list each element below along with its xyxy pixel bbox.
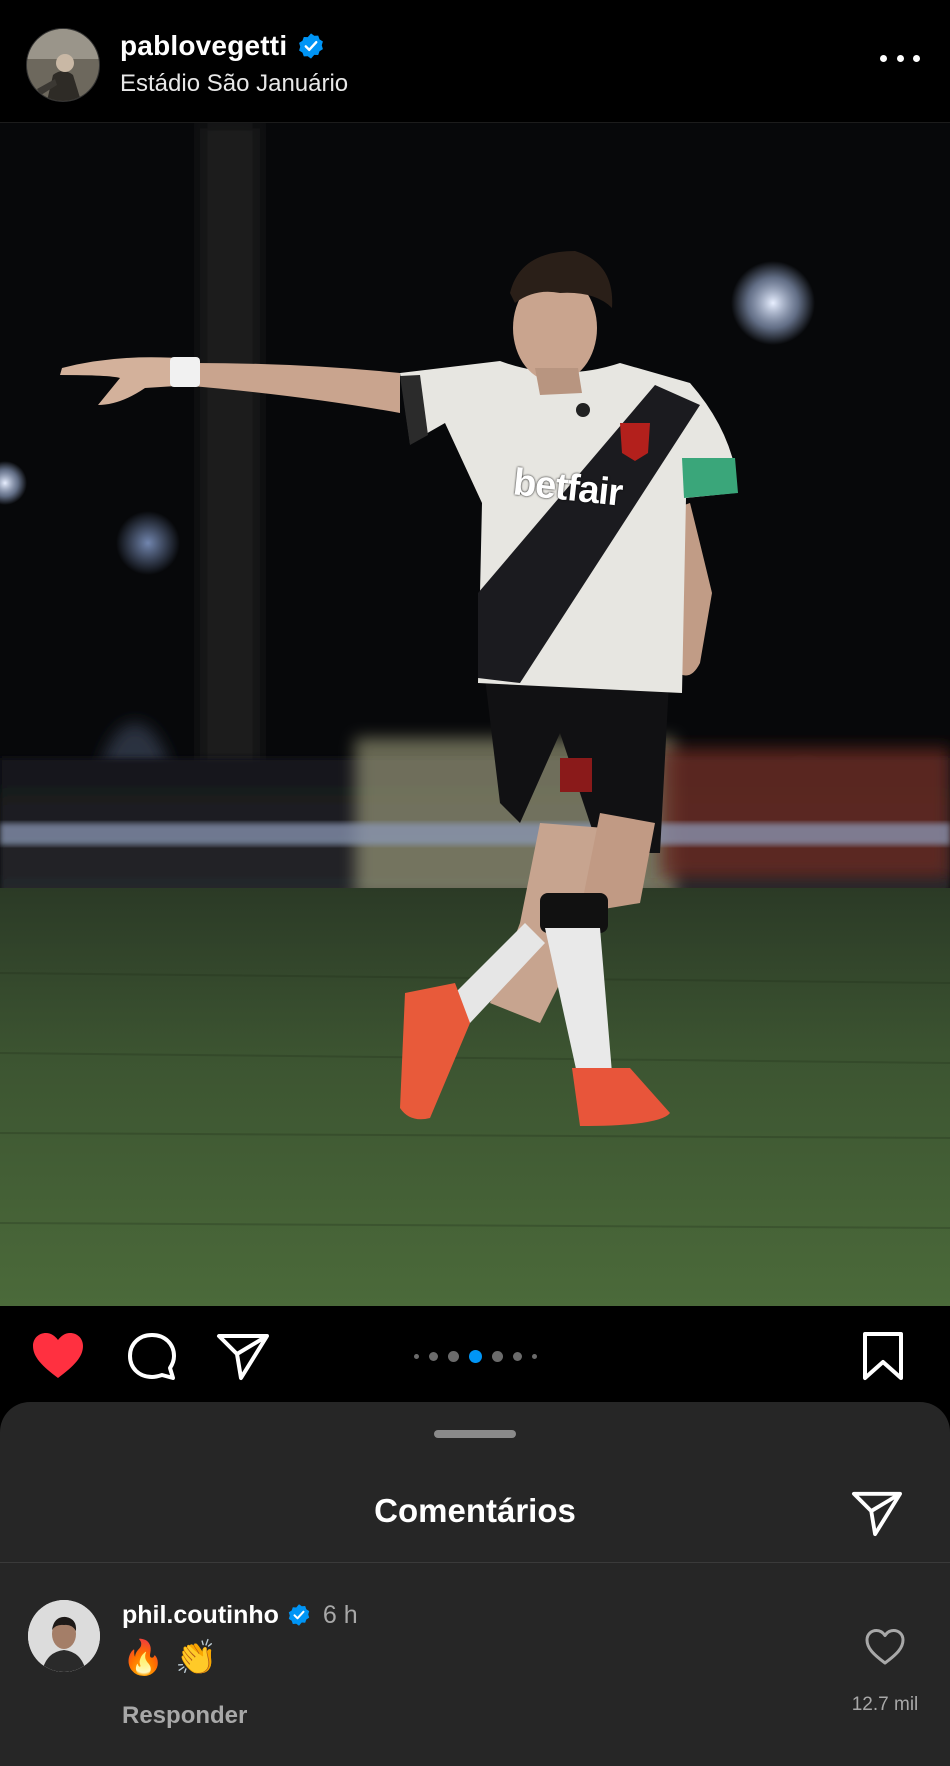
carousel-indicator bbox=[0, 1350, 950, 1363]
comment-avatar[interactable] bbox=[28, 1600, 100, 1672]
carousel-dot bbox=[428, 1352, 438, 1361]
commenter-avatar-photo bbox=[28, 1600, 100, 1672]
comment-timestamp: 6 h bbox=[322, 1600, 358, 1629]
verified-badge-icon bbox=[288, 1604, 310, 1626]
reply-button[interactable]: Responder bbox=[122, 1702, 247, 1730]
bookmark-icon bbox=[863, 1332, 903, 1380]
comment-text: 🔥 👏 bbox=[122, 1638, 218, 1678]
sheet-divider bbox=[0, 1562, 950, 1563]
post-header: pablovegetti Estádio São Januário bbox=[0, 0, 950, 123]
comments-title: Comentários bbox=[374, 1492, 576, 1529]
post-photo[interactable]: betfair bbox=[0, 123, 950, 1306]
verified-badge-icon bbox=[299, 33, 324, 59]
comment-like-button[interactable] bbox=[864, 1627, 906, 1667]
username-row: pablovegetti bbox=[120, 28, 325, 64]
post-action-bar bbox=[0, 1306, 950, 1402]
carousel-dot bbox=[531, 1354, 537, 1359]
comments-sheet: Comentários phil.coutinho 6 h 🔥 👏 Respon… bbox=[0, 1402, 950, 1766]
comment-username[interactable]: phil.coutinho bbox=[122, 1601, 279, 1630]
sheet-drag-handle[interactable] bbox=[434, 1430, 516, 1438]
save-button[interactable] bbox=[860, 1330, 906, 1382]
carousel-dot bbox=[512, 1352, 522, 1361]
more-dot-icon bbox=[880, 54, 887, 62]
heart-outline-icon bbox=[865, 1629, 905, 1665]
profile-avatar[interactable] bbox=[26, 28, 100, 102]
comment-like-count: 12.7 mil bbox=[851, 1694, 919, 1715]
post-location[interactable]: Estádio São Januário bbox=[120, 70, 348, 98]
send-paper-plane-icon bbox=[852, 1491, 902, 1537]
more-options-button[interactable] bbox=[880, 48, 920, 68]
comment-header: phil.coutinho 6 h bbox=[122, 1598, 358, 1632]
carousel-dot-active bbox=[468, 1350, 482, 1363]
post-username[interactable]: pablovegetti bbox=[120, 30, 287, 62]
share-comments-button[interactable] bbox=[850, 1488, 904, 1538]
avatar-photo bbox=[27, 29, 99, 101]
player-photo-illustration bbox=[0, 123, 950, 1306]
carousel-dot bbox=[447, 1351, 459, 1362]
more-dot-icon bbox=[913, 54, 920, 62]
carousel-dot bbox=[413, 1354, 419, 1359]
more-dot-icon bbox=[896, 54, 904, 62]
carousel-dot bbox=[491, 1351, 503, 1362]
